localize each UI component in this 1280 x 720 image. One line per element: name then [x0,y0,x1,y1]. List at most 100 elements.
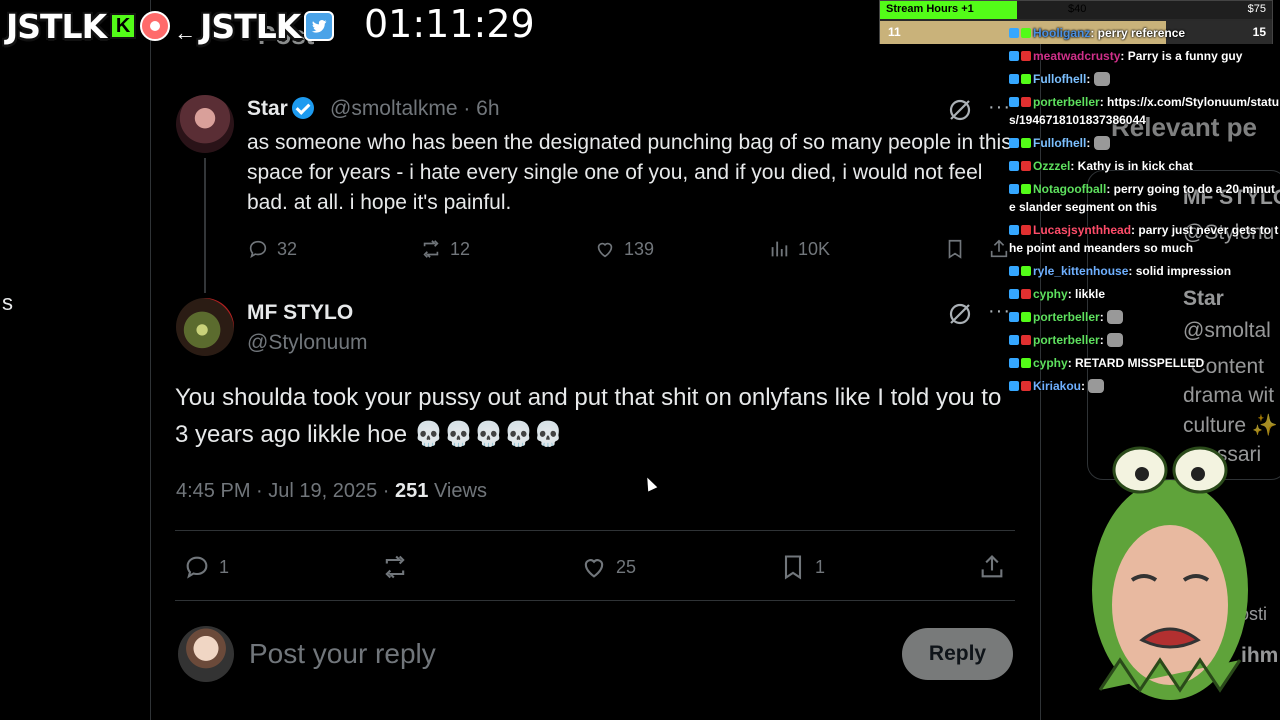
chat-badge-icon [1021,184,1031,194]
tweet-meta: 4:45 PM · Jul 19, 2025 · 251 Views [176,480,487,503]
main-like-button[interactable]: 25 [580,553,636,581]
chat-badge-icon [1021,28,1031,38]
chat-badge-icon [1009,161,1019,171]
grok-icon[interactable] [948,98,972,122]
chat-badge-icon [1021,381,1031,391]
parent-repost-button[interactable]: 12 [420,238,470,260]
chat-username[interactable]: Hooliganz [1033,26,1090,40]
hours-value-mid: $40 [1068,3,1087,15]
chat-text: : RETARD MISSPELLED [1067,356,1205,370]
bookmark-icon [948,239,962,259]
verified-icon [291,97,314,119]
chat-badge-icon [1009,184,1019,194]
repost-icon [385,555,405,579]
views-icon [771,241,788,257]
stylo-avatar[interactable] [176,298,234,356]
chat-username[interactable]: Notagoofball [1033,182,1106,196]
parent-views-button[interactable]: 10K [768,238,830,260]
chat-username[interactable]: Fullofhell [1033,72,1086,86]
chat-badge-icon [1009,225,1019,235]
brand-wordmark: JSTLK [6,6,107,46]
reply-icon [249,240,267,259]
main-repost-button[interactable] [381,553,417,581]
record-icon [140,11,171,41]
chat-badge-icon [1021,138,1031,148]
chat-emote-icon [1093,72,1110,86]
chat-message: porterbeller: [1009,308,1280,326]
parent-bookmark-button[interactable] [944,238,966,260]
chat-badge-icon [1021,97,1031,107]
chat-emote-icon [1088,379,1105,393]
chat-text: : [1086,136,1094,150]
chat-username[interactable]: Ozzzel [1033,159,1070,173]
reply-button[interactable]: Reply [902,628,1013,680]
chat-badge-icon [1009,28,1019,38]
grok-icon[interactable] [948,302,972,326]
chat-message: Notagoofball: perry going to do a 20 min… [1009,180,1280,216]
chat-badge-icon [1021,51,1031,61]
chat-username[interactable]: cyphy [1033,356,1068,370]
parent-share-button[interactable] [988,238,1010,260]
chat-emote-icon [1093,136,1110,150]
main-reply-button[interactable]: 1 [183,553,229,581]
arrow-left-icon: ← [174,20,197,45]
chat-badge-icon [1021,225,1031,235]
main-author-handle[interactable]: @Stylonuum [247,331,368,355]
chat-text: : Parry is a funny guy [1120,49,1243,63]
chat-message: Hooliganz: perry reference [1009,24,1280,42]
chat-text: : [1086,72,1094,86]
user-avatar[interactable] [178,626,234,682]
chat-username[interactable]: porterbeller [1033,95,1100,109]
chat-message: Ozzzel: Kathy is in kick chat [1009,157,1280,175]
skull-emojis: 💀💀💀💀💀 [413,420,564,448]
chat-username[interactable]: ryle_kittenhouse [1033,264,1128,278]
star-avatar[interactable] [176,95,234,153]
brand-wordmark-2: JSTLK [200,6,301,46]
stream-brand-overlay: JSTLK K ← JSTLK [6,4,335,48]
chat-badge-icon [1021,289,1031,299]
divider [175,530,1015,531]
parent-tweet-text: as someone who has been the designated p… [247,131,1012,214]
bookmark-icon [784,555,802,580]
chat-username[interactable]: Fullofhell [1033,136,1086,150]
chat-text: : [1099,310,1108,324]
chat-badge-icon [1009,51,1019,61]
chat-username[interactable]: Lucasjsynthhead [1033,223,1131,237]
hours-value-right: $75 [1247,3,1266,15]
reply-icon [186,556,208,579]
chat-badge-icon [1009,312,1019,322]
tweet-timestamp[interactable]: 4:45 PM · Jul 19, 2025 · [176,480,389,502]
chat-badge-icon [1009,74,1019,84]
chat-text: : Kathy is in kick chat [1070,159,1194,173]
kermit-mascot-image [1092,446,1248,700]
parent-time: · 6h [463,97,500,120]
share-icon [981,555,1003,578]
chat-message: ryle_kittenhouse: solid impression [1009,262,1280,280]
chat-message: Lucasjsynthhead: parry just never gets t… [1009,221,1280,257]
rail-cut-text: s [2,290,13,315]
hours-progress-label: 11 [888,25,901,39]
hours-top-bar: Stream Hours +1 $40 $75 [880,1,1272,19]
chat-emote-icon [1107,310,1124,324]
main-author-name[interactable]: MF STYLO [247,301,353,325]
chat-username[interactable]: cyphy [1033,287,1068,301]
chat-username[interactable]: Kiriakou [1033,379,1081,393]
parent-like-button[interactable]: 139 [594,238,654,260]
more-icon[interactable]: ··· [988,96,1011,119]
chat-text: : perry reference [1090,26,1186,40]
chat-text: : likkle [1067,287,1106,301]
reply-input[interactable]: Post your reply [249,638,436,670]
parent-author-handle[interactable]: @smoltalkme · 6h [330,97,500,121]
chat-username[interactable]: meatwadcrusty [1033,49,1120,63]
chat-username[interactable]: porterbeller [1033,333,1100,347]
chat-badge-icon [1009,266,1019,276]
parent-author-name[interactable]: Star [247,97,314,121]
more-icon[interactable]: ··· [988,300,1011,323]
parent-reply-button[interactable]: 32 [247,238,297,260]
left-nav-rail: s [0,0,151,720]
main-bookmark-button[interactable]: 1 [779,553,825,581]
chat-username[interactable]: porterbeller [1033,310,1100,324]
main-share-button[interactable] [978,553,1006,581]
share-icon [990,239,1008,258]
chat-badge-icon [1009,138,1019,148]
